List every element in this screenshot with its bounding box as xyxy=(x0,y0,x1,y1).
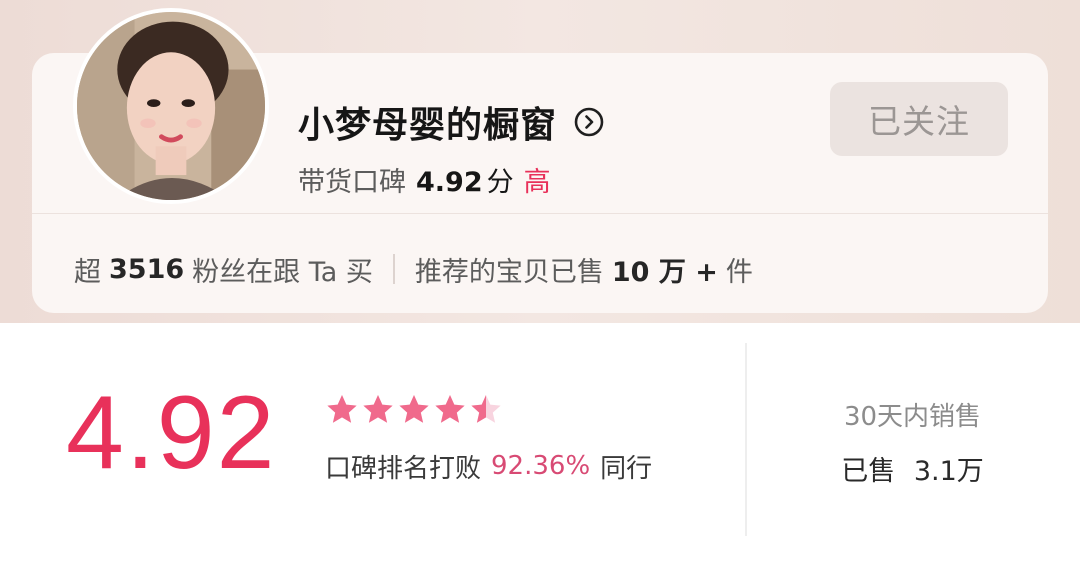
shop-rating-row: 带货口碑 4.92 分 高 xyxy=(298,160,551,200)
stats-row: 超 3516 粉丝在跟 Ta 买 推荐的宝贝已售 10 万 + 件 xyxy=(74,248,753,290)
sales-value-row: 已售 3.1万 xyxy=(745,449,1080,488)
section-divider xyxy=(745,343,747,536)
rank-row: 口碑排名打败 92.36% 同行 xyxy=(325,446,652,486)
rank-percent: 92.36% xyxy=(491,451,591,481)
sales-title: 30天内销售 xyxy=(843,402,982,432)
star-icon xyxy=(435,395,465,423)
star-icon xyxy=(363,395,393,423)
fans-count: 3516 xyxy=(109,253,185,285)
sold-count: 10 万 + xyxy=(611,256,718,288)
rating-level: 高 xyxy=(523,167,551,198)
rating-unit: 分 xyxy=(486,167,514,198)
rating-label: 带货口碑 xyxy=(298,167,406,198)
card-divider xyxy=(32,213,1048,214)
fans-suffix: 粉丝在跟 Ta 买 xyxy=(192,256,373,288)
shop-name-row[interactable]: 小梦母婴的橱窗 xyxy=(298,96,605,148)
stats-separator xyxy=(392,254,395,284)
sold-suffix: 件 xyxy=(725,256,753,288)
follow-button[interactable]: 已关注 xyxy=(830,82,1008,156)
avatar[interactable] xyxy=(73,8,269,204)
star-icon xyxy=(471,395,501,423)
rank-prefix: 口碑排名打败 xyxy=(325,453,482,484)
reputation-score: 4.92 xyxy=(66,375,277,491)
shop-name[interactable]: 小梦母婴的橱窗 xyxy=(298,96,557,148)
chevron-right-circle-icon[interactable] xyxy=(573,106,605,138)
avatar-image xyxy=(77,12,265,200)
rating-score: 4.92 xyxy=(416,167,483,198)
sales-value: 3.1万 xyxy=(913,456,984,487)
sales-label: 已售 xyxy=(841,456,896,487)
sold-prefix: 推荐的宝贝已售 xyxy=(414,256,604,288)
star-icon xyxy=(327,395,357,423)
rank-suffix: 同行 xyxy=(600,453,653,484)
fans-prefix: 超 xyxy=(74,256,101,288)
rating-stars xyxy=(325,393,503,433)
star-icon xyxy=(399,395,429,423)
